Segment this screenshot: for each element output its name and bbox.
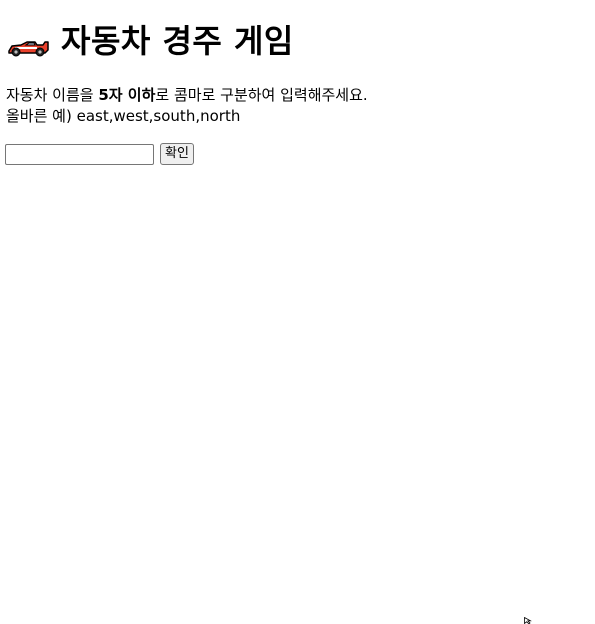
car-names-input[interactable] bbox=[5, 143, 154, 165]
instructions: 자동차 이름을 5자 이하로 콤마로 구분하여 입력해주세요. 올바른 예) e… bbox=[6, 85, 368, 127]
example-text: 올바른 예) east,west,south,north bbox=[6, 107, 241, 125]
mouse-cursor-icon bbox=[524, 617, 532, 624]
instructions-suffix: 로 콤마로 구분하여 입력해주세요. bbox=[155, 86, 368, 104]
car-names-form: 확인 bbox=[5, 143, 194, 165]
instructions-prefix: 자동차 이름을 bbox=[6, 86, 99, 104]
race-car-icon bbox=[8, 41, 49, 57]
header: 자동차 경주 게임 bbox=[7, 18, 294, 64]
confirm-button[interactable]: 확인 bbox=[160, 143, 194, 165]
instructions-text: 자동차 이름을 5자 이하로 콤마로 구분하여 입력해주세요. bbox=[6, 86, 368, 104]
instructions-emphasis: 5자 이하 bbox=[98, 86, 156, 104]
page: 자동차 경주 게임 자동차 이름을 5자 이하로 콤마로 구분하여 입력해주세요… bbox=[0, 0, 595, 624]
page-title: 자동차 경주 게임 bbox=[61, 22, 294, 60]
